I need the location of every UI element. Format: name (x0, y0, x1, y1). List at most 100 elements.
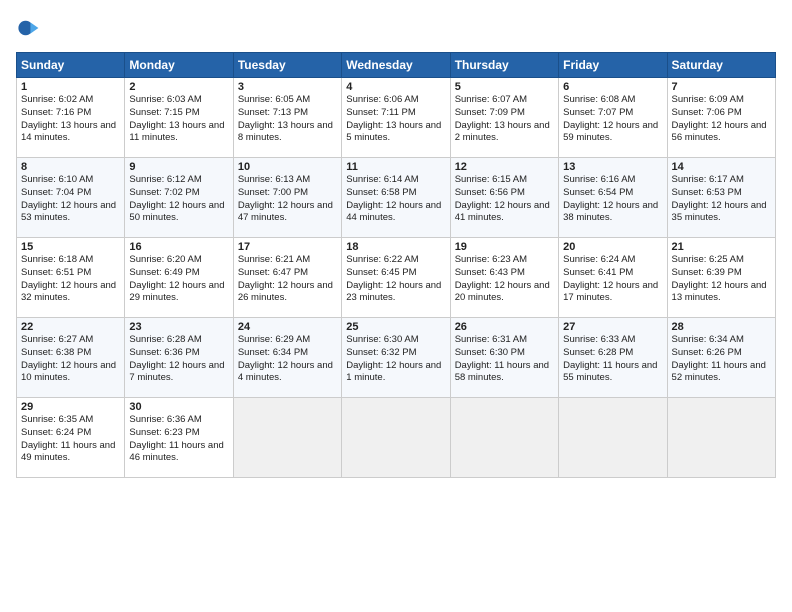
cell-content: Sunrise: 6:07 AMSunset: 7:09 PMDaylight:… (455, 94, 550, 143)
calendar-cell (559, 398, 667, 478)
calendar-cell: 11Sunrise: 6:14 AMSunset: 6:58 PMDayligh… (342, 158, 450, 238)
calendar-cell: 13Sunrise: 6:16 AMSunset: 6:54 PMDayligh… (559, 158, 667, 238)
calendar-cell: 18Sunrise: 6:22 AMSunset: 6:45 PMDayligh… (342, 238, 450, 318)
calendar-cell: 5Sunrise: 6:07 AMSunset: 7:09 PMDaylight… (450, 78, 558, 158)
calendar-body: 1Sunrise: 6:02 AMSunset: 7:16 PMDaylight… (17, 78, 776, 478)
day-number: 14 (672, 161, 771, 173)
calendar-cell: 24Sunrise: 6:29 AMSunset: 6:34 PMDayligh… (233, 318, 341, 398)
day-number: 27 (563, 321, 662, 333)
dow-sunday: Sunday (17, 53, 125, 78)
cell-content: Sunrise: 6:28 AMSunset: 6:36 PMDaylight:… (129, 334, 224, 383)
day-number: 19 (455, 241, 554, 253)
dow-saturday: Saturday (667, 53, 775, 78)
dow-tuesday: Tuesday (233, 53, 341, 78)
day-number: 15 (21, 241, 120, 253)
day-number: 28 (672, 321, 771, 333)
day-number: 10 (238, 161, 337, 173)
calendar-cell: 9Sunrise: 6:12 AMSunset: 7:02 PMDaylight… (125, 158, 233, 238)
day-number: 16 (129, 241, 228, 253)
calendar-cell: 4Sunrise: 6:06 AMSunset: 7:11 PMDaylight… (342, 78, 450, 158)
week-row-1: 1Sunrise: 6:02 AMSunset: 7:16 PMDaylight… (17, 78, 776, 158)
calendar-cell: 8Sunrise: 6:10 AMSunset: 7:04 PMDaylight… (17, 158, 125, 238)
day-number: 11 (346, 161, 445, 173)
week-row-4: 22Sunrise: 6:27 AMSunset: 6:38 PMDayligh… (17, 318, 776, 398)
cell-content: Sunrise: 6:27 AMSunset: 6:38 PMDaylight:… (21, 334, 116, 383)
calendar-cell: 2Sunrise: 6:03 AMSunset: 7:15 PMDaylight… (125, 78, 233, 158)
calendar-cell: 25Sunrise: 6:30 AMSunset: 6:32 PMDayligh… (342, 318, 450, 398)
calendar-cell: 15Sunrise: 6:18 AMSunset: 6:51 PMDayligh… (17, 238, 125, 318)
day-number: 21 (672, 241, 771, 253)
cell-content: Sunrise: 6:12 AMSunset: 7:02 PMDaylight:… (129, 174, 224, 223)
cell-content: Sunrise: 6:08 AMSunset: 7:07 PMDaylight:… (563, 94, 658, 143)
day-number: 18 (346, 241, 445, 253)
cell-content: Sunrise: 6:23 AMSunset: 6:43 PMDaylight:… (455, 254, 550, 303)
calendar-cell: 20Sunrise: 6:24 AMSunset: 6:41 PMDayligh… (559, 238, 667, 318)
calendar-cell: 19Sunrise: 6:23 AMSunset: 6:43 PMDayligh… (450, 238, 558, 318)
day-number: 7 (672, 81, 771, 93)
calendar-cell: 26Sunrise: 6:31 AMSunset: 6:30 PMDayligh… (450, 318, 558, 398)
cell-content: Sunrise: 6:05 AMSunset: 7:13 PMDaylight:… (238, 94, 333, 143)
calendar-cell (450, 398, 558, 478)
day-number: 4 (346, 81, 445, 93)
calendar-cell: 16Sunrise: 6:20 AMSunset: 6:49 PMDayligh… (125, 238, 233, 318)
cell-content: Sunrise: 6:03 AMSunset: 7:15 PMDaylight:… (129, 94, 224, 143)
days-of-week-header: SundayMondayTuesdayWednesdayThursdayFrid… (17, 53, 776, 78)
logo (16, 16, 44, 40)
calendar-cell: 3Sunrise: 6:05 AMSunset: 7:13 PMDaylight… (233, 78, 341, 158)
cell-content: Sunrise: 6:16 AMSunset: 6:54 PMDaylight:… (563, 174, 658, 223)
week-row-3: 15Sunrise: 6:18 AMSunset: 6:51 PMDayligh… (17, 238, 776, 318)
calendar-cell: 27Sunrise: 6:33 AMSunset: 6:28 PMDayligh… (559, 318, 667, 398)
calendar-cell: 6Sunrise: 6:08 AMSunset: 7:07 PMDaylight… (559, 78, 667, 158)
calendar-cell: 10Sunrise: 6:13 AMSunset: 7:00 PMDayligh… (233, 158, 341, 238)
day-number: 25 (346, 321, 445, 333)
day-number: 24 (238, 321, 337, 333)
day-number: 8 (21, 161, 120, 173)
cell-content: Sunrise: 6:18 AMSunset: 6:51 PMDaylight:… (21, 254, 116, 303)
day-number: 6 (563, 81, 662, 93)
calendar-cell (342, 398, 450, 478)
calendar-cell: 12Sunrise: 6:15 AMSunset: 6:56 PMDayligh… (450, 158, 558, 238)
logo-icon (16, 16, 40, 40)
day-number: 2 (129, 81, 228, 93)
cell-content: Sunrise: 6:35 AMSunset: 6:24 PMDaylight:… (21, 414, 115, 463)
cell-content: Sunrise: 6:10 AMSunset: 7:04 PMDaylight:… (21, 174, 116, 223)
cell-content: Sunrise: 6:24 AMSunset: 6:41 PMDaylight:… (563, 254, 658, 303)
cell-content: Sunrise: 6:33 AMSunset: 6:28 PMDaylight:… (563, 334, 657, 383)
cell-content: Sunrise: 6:30 AMSunset: 6:32 PMDaylight:… (346, 334, 441, 383)
day-number: 5 (455, 81, 554, 93)
cell-content: Sunrise: 6:09 AMSunset: 7:06 PMDaylight:… (672, 94, 767, 143)
calendar-cell: 21Sunrise: 6:25 AMSunset: 6:39 PMDayligh… (667, 238, 775, 318)
cell-content: Sunrise: 6:25 AMSunset: 6:39 PMDaylight:… (672, 254, 767, 303)
cell-content: Sunrise: 6:06 AMSunset: 7:11 PMDaylight:… (346, 94, 441, 143)
day-number: 23 (129, 321, 228, 333)
cell-content: Sunrise: 6:15 AMSunset: 6:56 PMDaylight:… (455, 174, 550, 223)
cell-content: Sunrise: 6:02 AMSunset: 7:16 PMDaylight:… (21, 94, 116, 143)
day-number: 20 (563, 241, 662, 253)
day-number: 13 (563, 161, 662, 173)
day-number: 29 (21, 401, 120, 413)
calendar-cell: 17Sunrise: 6:21 AMSunset: 6:47 PMDayligh… (233, 238, 341, 318)
cell-content: Sunrise: 6:13 AMSunset: 7:00 PMDaylight:… (238, 174, 333, 223)
page-header (16, 16, 776, 40)
day-number: 9 (129, 161, 228, 173)
cell-content: Sunrise: 6:36 AMSunset: 6:23 PMDaylight:… (129, 414, 223, 463)
cell-content: Sunrise: 6:22 AMSunset: 6:45 PMDaylight:… (346, 254, 441, 303)
cell-content: Sunrise: 6:14 AMSunset: 6:58 PMDaylight:… (346, 174, 441, 223)
calendar-cell: 23Sunrise: 6:28 AMSunset: 6:36 PMDayligh… (125, 318, 233, 398)
day-number: 30 (129, 401, 228, 413)
day-number: 17 (238, 241, 337, 253)
cell-content: Sunrise: 6:21 AMSunset: 6:47 PMDaylight:… (238, 254, 333, 303)
dow-thursday: Thursday (450, 53, 558, 78)
calendar-cell: 22Sunrise: 6:27 AMSunset: 6:38 PMDayligh… (17, 318, 125, 398)
day-number: 22 (21, 321, 120, 333)
cell-content: Sunrise: 6:31 AMSunset: 6:30 PMDaylight:… (455, 334, 549, 383)
calendar-cell: 14Sunrise: 6:17 AMSunset: 6:53 PMDayligh… (667, 158, 775, 238)
calendar-table: SundayMondayTuesdayWednesdayThursdayFrid… (16, 52, 776, 478)
day-number: 12 (455, 161, 554, 173)
day-number: 26 (455, 321, 554, 333)
day-number: 1 (21, 81, 120, 93)
calendar-cell: 30Sunrise: 6:36 AMSunset: 6:23 PMDayligh… (125, 398, 233, 478)
cell-content: Sunrise: 6:17 AMSunset: 6:53 PMDaylight:… (672, 174, 767, 223)
cell-content: Sunrise: 6:20 AMSunset: 6:49 PMDaylight:… (129, 254, 224, 303)
calendar-cell (233, 398, 341, 478)
